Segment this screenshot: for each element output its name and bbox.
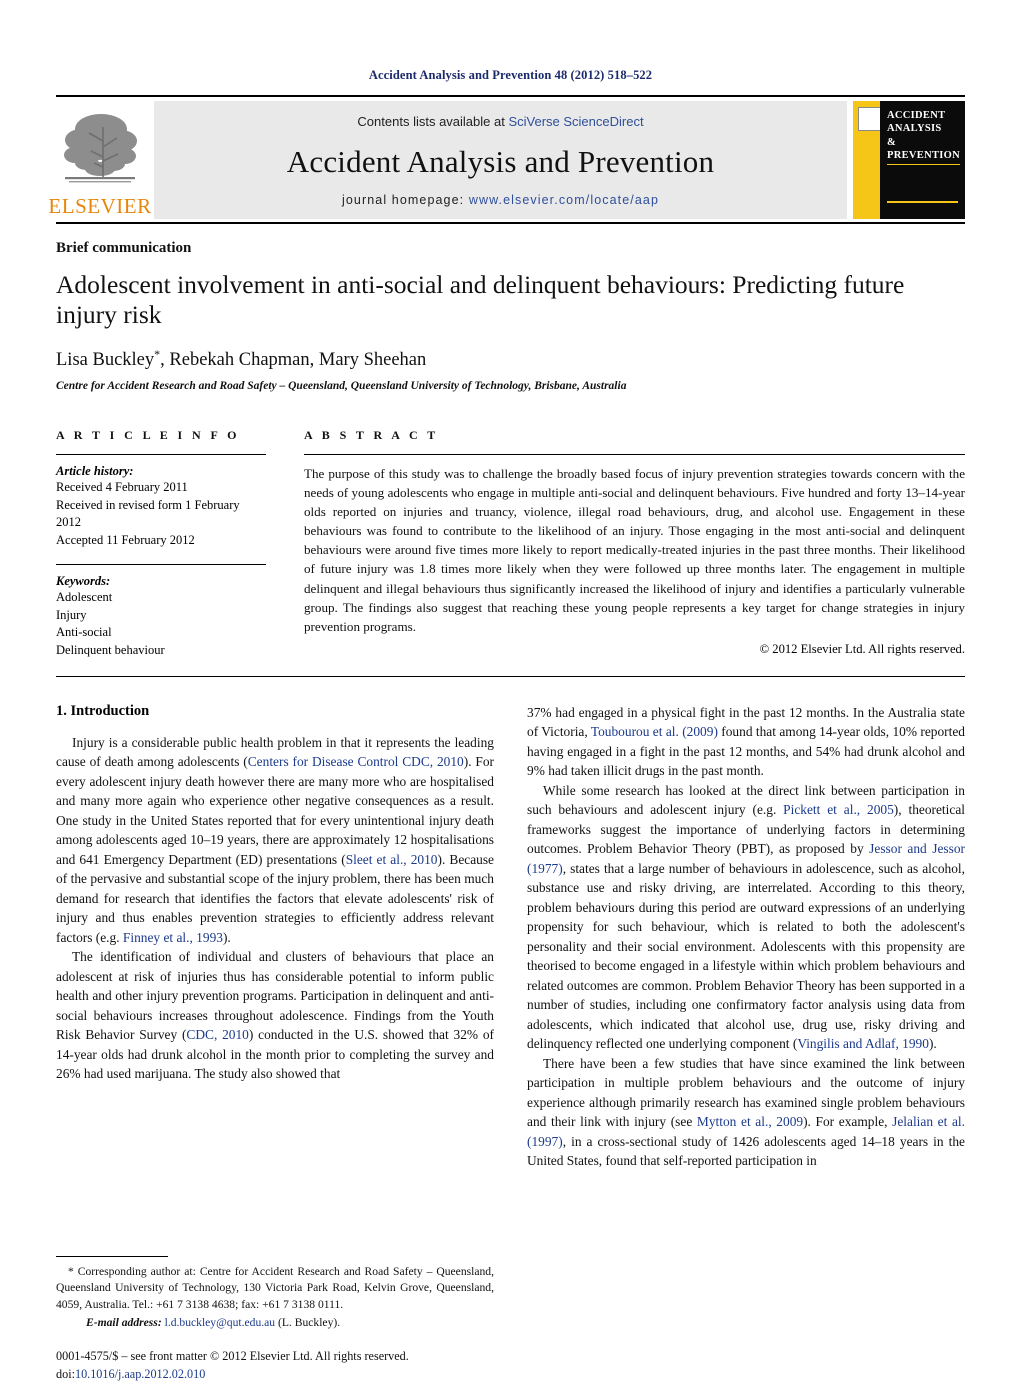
citation-link[interactable]: Toubourou et al. (2009)	[591, 724, 718, 739]
footnote-area: * Corresponding author at: Centre for Ac…	[56, 1255, 494, 1383]
body-column-right: 37% had engaged in a physical fight in t…	[527, 703, 965, 1171]
text-run: ).	[928, 1036, 937, 1052]
email-link[interactable]: l.d.buckley@qut.edu.au	[165, 1316, 276, 1329]
email-label: E-mail address:	[86, 1315, 162, 1329]
cover-title-line4: PREVENTION	[886, 149, 960, 165]
citation-link[interactable]: Vingilis and Adlaf, 1990	[797, 1036, 929, 1051]
cover-title-line2: ANALYSIS	[886, 123, 942, 135]
text-run: , in a cross-sectional study of 1426 ado…	[527, 1133, 965, 1169]
paragraph-left-1: Injury is a considerable public health p…	[56, 733, 494, 948]
email-suffix: (L. Buckley).	[275, 1315, 341, 1329]
abstract-text: The purpose of this study was to challen…	[304, 465, 965, 634]
affiliation: Centre for Accident Research and Road Sa…	[56, 379, 627, 392]
homepage-prefix: journal homepage:	[341, 193, 469, 207]
contents-prefix: Contents lists available at	[357, 114, 509, 129]
masthead-bottom-rule	[56, 222, 965, 224]
cover-spine-footer	[857, 196, 882, 212]
citation-link[interactable]: Pickett et al., 2005	[783, 802, 894, 817]
journal-masthead: ELSEVIER Contents lists available at Sci…	[48, 101, 965, 219]
author-list: Lisa Buckley*, Rebekah Chapman, Mary She…	[56, 347, 965, 371]
keyword-2: Anti-social	[56, 625, 112, 640]
body-columns: 1. Introduction Injury is a considerable…	[56, 702, 965, 1381]
keyword-0: Adolescent	[56, 589, 113, 604]
text-run: ).	[222, 929, 231, 945]
elsevier-tree-icon	[64, 114, 137, 183]
text-run: ). For every adolescent injury death how…	[56, 754, 494, 867]
keywords-block: Keywords: Adolescent Injury Anti-social …	[56, 563, 266, 660]
keywords-label: Keywords:	[56, 573, 111, 588]
body-column-left: 1. Introduction Injury is a considerable…	[56, 702, 494, 1381]
citation-link[interactable]: Sleet et al., 2010	[346, 852, 438, 867]
journal-homepage-link[interactable]: www.elsevier.com/locate/aap	[469, 193, 659, 207]
article-page: Accident Analysis and Prevention 48 (201…	[0, 0, 1021, 1381]
article-history-1: Received in revised form 1 February 2012	[56, 497, 240, 530]
journal-cover-thumbnail: ACCIDENT ANALYSIS & PREVENTION	[853, 101, 965, 219]
abstract-heading: A B S T R A C T	[304, 427, 439, 442]
citation-link[interactable]: CDC, 2010	[186, 1027, 248, 1042]
section-heading-introduction: 1. Introduction	[56, 702, 150, 719]
doi-line: doi:10.1016/j.aap.2012.02.010	[56, 1366, 494, 1383]
sciencedirect-link[interactable]: SciVerse ScienceDirect	[508, 114, 643, 129]
elsevier-logo: ELSEVIER	[48, 101, 151, 219]
citation-link[interactable]: Finney et al., 1993	[123, 930, 223, 945]
corresponding-author-note: * Corresponding author at: Centre for Ac…	[56, 1264, 494, 1331]
paragraph-right-3: There have been a few studies that have …	[527, 1054, 965, 1171]
text-run: ). For example,	[803, 1114, 893, 1130]
cover-spine	[853, 101, 882, 219]
contents-list-line: Contents lists available at SciVerse Sci…	[357, 114, 643, 129]
keyword-1: Injury	[56, 607, 87, 622]
abstract-rule	[304, 453, 965, 455]
running-head: Accident Analysis and Prevention 48 (201…	[368, 68, 653, 82]
cover-front: ACCIDENT ANALYSIS & PREVENTION	[879, 101, 965, 219]
keywords-rule	[56, 563, 266, 565]
email-line: E-mail address: l.d.buckley@qut.edu.au (…	[56, 1315, 494, 1332]
info-abstract-row: A R T I C L E I N F O Article history: R…	[56, 428, 965, 660]
paragraph-right-2: While some research has looked at the di…	[527, 781, 965, 1054]
corresponding-author-text: * Corresponding author at: Centre for Ac…	[56, 1264, 494, 1312]
paragraph-left-2: The identification of individual and clu…	[56, 947, 494, 1084]
paragraph-right-1: 37% had engaged in a physical fight in t…	[527, 703, 965, 781]
text-run: , states that a large number of behaviou…	[527, 860, 965, 1052]
article-history-label: Article history:	[56, 463, 134, 478]
cover-title-line1: ACCIDENT	[886, 110, 946, 121]
abstract-column: A B S T R A C T The purpose of this stud…	[304, 428, 965, 660]
article-type: Brief communication	[56, 240, 192, 256]
journal-homepage-line: journal homepage: www.elsevier.com/locat…	[342, 193, 659, 207]
citation-link[interactable]: Centers for Disease Control CDC, 2010	[248, 754, 464, 769]
article-history-2: Accepted 11 February 2012	[56, 533, 195, 548]
author-first: Lisa Buckley	[56, 349, 155, 370]
cover-rule	[886, 201, 958, 203]
journal-title: Accident Analysis and Prevention	[286, 143, 715, 179]
keyword-3: Delinquent behaviour	[56, 643, 165, 658]
masthead-center: Contents lists available at SciVerse Sci…	[154, 101, 847, 219]
page-title: Adolescent involvement in anti-social an…	[56, 270, 905, 330]
footnote-rule	[56, 1255, 168, 1257]
masthead-top-rule	[56, 95, 965, 97]
doi-label: doi:	[56, 1366, 75, 1381]
citation-link[interactable]: Mytton et al., 2009	[697, 1114, 803, 1129]
author-rest: , Rebekah Chapman, Mary Sheehan	[160, 349, 427, 370]
doi-link[interactable]: 10.1016/j.aap.2012.02.010	[75, 1367, 205, 1381]
cover-title: ACCIDENT ANALYSIS & PREVENTION	[886, 109, 960, 165]
article-info-rule	[56, 453, 266, 455]
article-info-heading: A R T I C L E I N F O	[56, 427, 240, 442]
abstract-copyright: © 2012 Elsevier Ltd. All rights reserved…	[759, 641, 965, 656]
elsevier-wordmark: ELSEVIER	[48, 194, 152, 218]
elsevier-mark-icon	[858, 107, 881, 131]
front-matter-block: 0001-4575/$ – see front matter © 2012 El…	[56, 1348, 494, 1383]
article-history-0: Received 4 February 2011	[56, 479, 188, 494]
cover-title-line3: &	[886, 136, 897, 148]
info-bottom-rule	[56, 675, 965, 677]
article-info-column: A R T I C L E I N F O Article history: R…	[56, 428, 304, 660]
